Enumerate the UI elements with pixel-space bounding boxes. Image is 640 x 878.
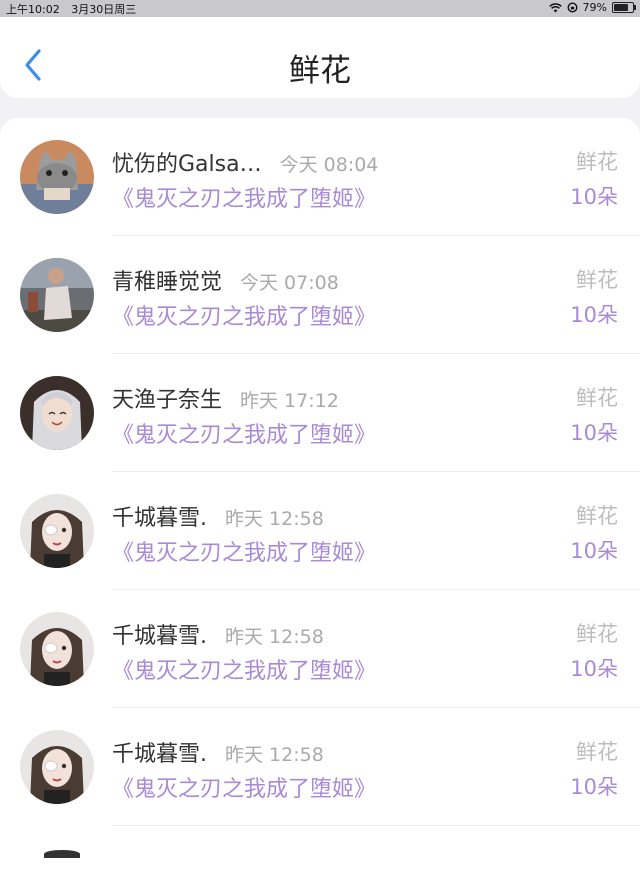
battery-fill (614, 4, 628, 11)
user-name[interactable]: 忧伤的Galsa… (112, 152, 262, 177)
list-item[interactable]: 忧伤的Galsa… 今天 08:04 《鬼灭之刃之我成了堕姬》 鲜花 10朵 (0, 118, 640, 236)
wifi-icon (548, 2, 562, 12)
book-title[interactable]: 《鬼灭之刃之我成了堕姬》 (112, 299, 376, 331)
gift-type: 鲜花 (576, 740, 618, 764)
gift-type: 鲜花 (576, 268, 618, 292)
book-title[interactable]: 《鬼灭之刃之我成了堕姬》 (112, 771, 376, 803)
user-name[interactable]: 天渔子奈生 (112, 388, 222, 413)
gift-list: 忧伤的Galsa… 今天 08:04 《鬼灭之刃之我成了堕姬》 鲜花 10朵 青稚… (0, 118, 640, 878)
user-name[interactable]: 千城暮雪. (112, 506, 207, 531)
gift-count: 10朵 (570, 303, 618, 327)
gift-time: 今天 08:04 (279, 154, 379, 176)
gift-count: 10朵 (570, 775, 618, 799)
status-time: 上午10:02 (6, 3, 60, 16)
gift-time: 昨天 12:58 (225, 744, 324, 766)
gift-type: 鲜花 (576, 386, 618, 410)
list-item[interactable]: 千城暮雪. 昨天 12:58 《鬼灭之刃之我成了堕姬》 鲜花 10朵 (0, 708, 640, 826)
orientation-lock-icon (567, 2, 578, 13)
gift-type: 鲜花 (576, 150, 618, 174)
avatar[interactable] (20, 258, 94, 332)
status-bar: 上午10:02 3月30日周三 79% (0, 0, 640, 17)
nav-bar: 鲜花 (0, 17, 640, 98)
avatar[interactable] (20, 376, 94, 450)
gift-count: 10朵 (570, 539, 618, 563)
book-title[interactable]: 《鬼灭之刃之我成了堕姬》 (112, 653, 376, 685)
gift-time: 昨天 12:58 (225, 626, 324, 648)
list-item[interactable]: 青稚睡觉觉 今天 07:08 《鬼灭之刃之我成了堕姬》 鲜花 10朵 (0, 236, 640, 354)
divider (112, 825, 640, 826)
book-title[interactable]: 《鬼灭之刃之我成了堕姬》 (112, 181, 376, 213)
user-name[interactable]: 青稚睡觉觉 (112, 270, 222, 295)
gift-type: 鲜花 (576, 504, 618, 528)
gift-count: 10朵 (570, 657, 618, 681)
book-title[interactable]: 《鬼灭之刃之我成了堕姬》 (112, 535, 376, 567)
list-item[interactable]: 千城暮雪. 昨天 12:58 《鬼灭之刃之我成了堕姬》 鲜花 10朵 (0, 590, 640, 708)
gift-count: 10朵 (570, 185, 618, 209)
gift-time: 今天 07:08 (240, 272, 339, 294)
status-date: 3月30日周三 (71, 3, 137, 16)
avatar[interactable] (20, 140, 94, 214)
gift-type: 鲜花 (576, 622, 618, 646)
user-name[interactable]: 千城暮雪. (112, 742, 207, 767)
gift-time: 昨天 12:58 (225, 508, 324, 530)
avatar[interactable] (20, 730, 94, 804)
battery-icon (612, 2, 636, 13)
list-item[interactable]: 千城暮雪. 昨天 12:58 《鬼灭之刃之我成了堕姬》 鲜花 10朵 (0, 472, 640, 590)
gift-count: 10朵 (570, 421, 618, 445)
page-title: 鲜花 (289, 53, 351, 89)
avatar[interactable] (20, 612, 94, 686)
gift-time: 昨天 17:12 (240, 390, 339, 412)
list-item[interactable]: 天渔子奈生 昨天 17:12 《鬼灭之刃之我成了堕姬》 鲜花 10朵 (0, 354, 640, 472)
book-title[interactable]: 《鬼灭之刃之我成了堕姬》 (112, 417, 376, 449)
avatar[interactable] (20, 494, 94, 568)
avatar-partial (44, 850, 80, 858)
battery-percent: 79% (582, 1, 607, 14)
user-name[interactable]: 千城暮雪. (112, 624, 207, 649)
